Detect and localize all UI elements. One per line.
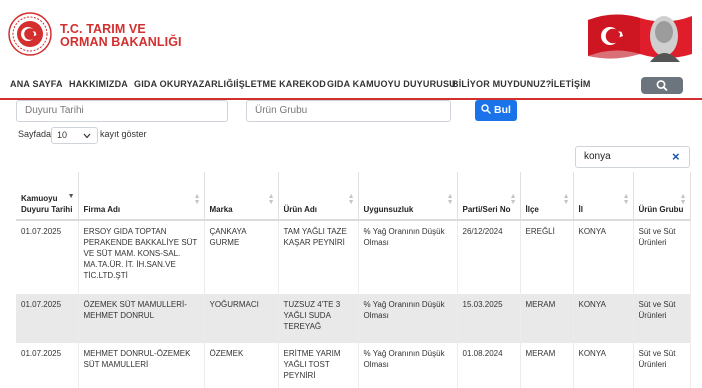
col-header-firm[interactable]: Firma Adı ▲ ▼ — [78, 172, 205, 221]
col-header-label: Uygunsuzluk — [363, 205, 414, 214]
cell-brand: ÖZEMEK — [204, 343, 279, 388]
col-header-label: Parti/Seri No — [462, 205, 511, 214]
cell-date: 01.07.2025 — [16, 294, 79, 343]
col-header-province[interactable]: İl ▲ ▼ — [573, 172, 634, 221]
page-length-select[interactable]: 10 — [51, 127, 98, 144]
ministry-logo-icon[interactable] — [8, 12, 52, 56]
cell-firm: ERSOY GIDA TOPTAN PERAKENDE BAKKALİYE SÜ… — [78, 220, 205, 294]
col-header-group[interactable]: Ürün Grubu ▲ ▼ — [633, 172, 691, 221]
brand-name[interactable]: T.C. TARIM VE ORMAN BAKANLIĞI — [60, 23, 182, 49]
table-search-value: konya — [584, 151, 611, 162]
col-header-label: İlçe — [525, 205, 539, 214]
cell-product: TUZSUZ 4'TE 3 YAĞLI SUDA TEREYAĞ — [278, 294, 359, 343]
cell-issue: % Yağ Oranının Düşük Olması — [358, 294, 458, 343]
cell-group: Süt ve Süt Ürünleri — [633, 220, 691, 294]
cell-date: 01.07.2025 — [16, 220, 79, 294]
cell-firm: ÖZEMEK SÜT MAMULLERİ-MEHMET DONRUL — [78, 294, 205, 343]
flag-portrait-image — [588, 14, 692, 62]
nav-item-biliyor-muydunuz[interactable]: BİLİYOR MUYDUNUZ? — [452, 79, 551, 89]
cell-date: 01.07.2025 — [16, 343, 79, 388]
sort-icon: ▲ ▼ — [267, 193, 275, 206]
sort-desc-icon: ▼ — [67, 193, 75, 200]
cell-province: KONYA — [573, 343, 634, 388]
cell-product: ERİTME YARIM YAĞLI TOST PEYNİRİ — [278, 343, 359, 388]
cell-province: KONYA — [573, 294, 634, 343]
clear-search-icon[interactable]: × — [672, 149, 680, 164]
product-group-placeholder: Ürün Grubu — [255, 105, 308, 116]
sort-icon: ▲ ▼ — [509, 193, 517, 206]
sort-icon: ▲ ▼ — [679, 193, 687, 206]
nav-item-iletisim[interactable]: İLETİŞİM — [551, 79, 591, 89]
sort-icon: ▲ ▼ — [347, 193, 355, 206]
cell-brand: ÇANKAYA GURME — [204, 220, 279, 294]
sort-icon: ▲ ▼ — [562, 193, 570, 206]
col-header-label: Firma Adı — [83, 205, 121, 214]
sort-icon: ▲ ▼ — [446, 193, 454, 206]
cell-district: EREĞLİ — [520, 220, 574, 294]
col-header-product[interactable]: Ürün Adı ▲ ▼ — [278, 172, 359, 221]
main-nav: ANA SAYFA HAKKIMIZDA GIDA OKURYAZARLIĞI … — [0, 70, 702, 100]
chevron-down-icon — [83, 133, 91, 139]
cell-issue: % Yağ Oranının Düşük Olması — [358, 220, 458, 294]
col-header-label: İl — [578, 205, 583, 214]
cell-product: TAM YAĞLI TAZE KAŞAR PEYNİRİ — [278, 220, 359, 294]
length-prefix: Sayfada — [18, 129, 52, 139]
length-suffix: kayıt göster — [100, 129, 147, 139]
col-header-label: Ürün Adı — [283, 205, 317, 214]
cell-batch: 26/12/2024 — [457, 220, 521, 294]
nav-item-hakkimizda[interactable]: HAKKIMIZDA — [69, 79, 128, 89]
recall-table: Kamuoyu Duyuru Tarihi ▼ Firma Adı ▲ ▼ Marka… — [16, 172, 691, 388]
table-row: 01.07.2025 ERSOY GIDA TOPTAN PERAKENDE B… — [16, 220, 691, 294]
cell-batch: 01.08.2024 — [457, 343, 521, 388]
site-header: T.C. TARIM VE ORMAN BAKANLIĞI — [0, 0, 702, 70]
sort-icon: ▲ ▼ — [622, 193, 630, 206]
table-header-row: Kamuoyu Duyuru Tarihi ▼ Firma Adı ▲ ▼ Marka… — [16, 172, 691, 221]
nav-search-button[interactable] — [641, 77, 683, 94]
col-header-batch[interactable]: Parti/Seri No ▲ ▼ — [457, 172, 521, 221]
date-filter-placeholder: Duyuru Tarihi — [25, 105, 84, 116]
col-header-district[interactable]: İlçe ▲ ▼ — [520, 172, 574, 221]
cell-group: Süt ve Süt Ürünleri — [633, 294, 691, 343]
table-row: 01.07.2025 ÖZEMEK SÜT MAMULLERİ-MEHMET D… — [16, 294, 691, 343]
search-icon — [481, 104, 491, 114]
cell-group: Süt ve Süt Ürünleri — [633, 343, 691, 388]
cell-firm: MEHMET DONRUL-ÖZEMEK SÜT MAMULLERİ — [78, 343, 205, 388]
cell-batch: 15.03.2025 — [457, 294, 521, 343]
table-row: 01.07.2025 MEHMET DONRUL-ÖZEMEK SÜT MAMU… — [16, 343, 691, 388]
search-button-label: Bul — [494, 104, 511, 116]
col-header-label: Kamuoyu Duyuru Tarihi — [21, 194, 73, 214]
col-header-label: Ürün Grubu — [638, 205, 684, 214]
cell-district: MERAM — [520, 294, 574, 343]
brand-line-2: ORMAN BAKANLIĞI — [60, 35, 182, 49]
search-button[interactable]: Bul — [475, 100, 517, 121]
nav-item-gida-okuryazarligi[interactable]: GIDA OKURYAZARLIĞI — [134, 79, 236, 89]
col-header-date[interactable]: Kamuoyu Duyuru Tarihi ▼ — [16, 172, 79, 221]
cell-issue: % Yağ Oranının Düşük Olması — [358, 343, 458, 388]
nav-item-isletme-karekod[interactable]: İŞLETME KAREKOD — [236, 79, 326, 89]
cell-brand: YOĞURMACI — [204, 294, 279, 343]
page-length-value: 10 — [57, 130, 68, 140]
cell-province: KONYA — [573, 220, 634, 294]
cell-district: MERAM — [520, 343, 574, 388]
sort-icon: ▲ ▼ — [193, 193, 201, 206]
product-group-input[interactable]: Ürün Grubu — [246, 100, 451, 122]
date-filter-input[interactable]: Duyuru Tarihi — [16, 100, 228, 122]
col-header-label: Marka — [209, 205, 233, 214]
search-icon — [656, 80, 668, 91]
nav-item-gida-kamuoyu-duyurusu[interactable]: GIDA KAMUOYU DUYURUSU — [327, 79, 456, 89]
col-header-brand[interactable]: Marka ▲ ▼ — [204, 172, 279, 221]
col-header-issue[interactable]: Uygunsuzluk ▲ ▼ — [358, 172, 458, 221]
nav-item-ana-sayfa[interactable]: ANA SAYFA — [10, 79, 63, 89]
